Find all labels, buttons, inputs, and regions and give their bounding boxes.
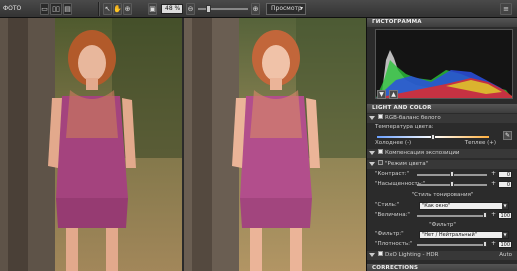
expand-icon — [369, 252, 375, 257]
shadow-clip-icon[interactable]: ▼ — [377, 90, 386, 99]
zoom-value[interactable]: 48 % — [161, 4, 183, 14]
tone-style-header: "Стиль тонирования" — [367, 191, 517, 200]
temperature-label-row: Температура цвета: — [367, 123, 517, 132]
photo-after-image — [184, 18, 366, 271]
photo-before-image — [0, 18, 182, 271]
cold-label: Холоднее (-) — [375, 140, 412, 146]
contrast-plus-icon[interactable]: + — [491, 170, 496, 177]
chevron-down-icon: ▼ — [502, 203, 508, 209]
wb-checkbox[interactable] — [378, 114, 383, 119]
expand-icon — [369, 115, 375, 120]
amount-label: "Величина:" — [375, 212, 410, 218]
temperature-label: Температура цвета: — [375, 124, 434, 130]
histogram-header[interactable]: ГИСТОГРАММА — [367, 18, 517, 27]
histogram-graph — [376, 50, 512, 98]
mode-label: ФОТО — [3, 5, 22, 12]
filter-title: "Фильтр" — [429, 222, 456, 228]
warm-label: Теплее (+) — [464, 140, 496, 146]
highlight-clip-icon[interactable]: ▲ — [389, 90, 398, 99]
hand-tool-icon[interactable]: ✋ — [113, 3, 122, 15]
pointer-tool-icon[interactable]: ↖ — [103, 3, 112, 15]
color-mode-checkbox[interactable] — [378, 160, 383, 165]
compare-view-button[interactable]: ▯▯ — [50, 3, 62, 15]
toolbar-separator — [98, 2, 99, 16]
temperature-scale-row: Холоднее (-) Теплее (+) — [367, 139, 517, 148]
saturation-slider-knob[interactable] — [450, 181, 454, 187]
expand-icon — [369, 161, 375, 166]
exposure-checkbox[interactable] — [378, 149, 383, 154]
tone-style-label: "Стиль тонирования" — [411, 192, 474, 198]
dxo-lighting-value: Auto — [499, 252, 512, 258]
density-plus-icon[interactable]: + — [491, 240, 496, 247]
wb-title: RGB-баланс белого — [385, 115, 441, 121]
single-view-button[interactable]: ▭ — [40, 3, 49, 15]
amount-plus-icon[interactable]: + — [491, 211, 496, 218]
saturation-value[interactable]: 0 — [498, 181, 512, 188]
light-color-title: LIGHT AND COLOR — [372, 105, 432, 111]
amount-slider[interactable] — [417, 215, 487, 217]
amount-slider-knob[interactable] — [483, 212, 487, 218]
chevron-down-icon: ▾ — [299, 5, 303, 12]
chevron-down-icon: ▼ — [502, 232, 508, 238]
preview-dropdown[interactable]: Просмотр ▾ — [266, 3, 306, 15]
zoom-tool-icon[interactable]: ⊕ — [123, 3, 132, 15]
split-view-button[interactable]: ▤ — [63, 3, 72, 15]
filter-select[interactable]: "Нет / Нейтральный" ▼ — [419, 231, 509, 239]
color-mode-row[interactable]: "Режим цвета" — [367, 160, 517, 169]
filter-header: "Фильтр" — [367, 221, 517, 230]
preview-label: Просмотр — [271, 5, 302, 12]
exposure-title: Компенсация экспозиции — [385, 150, 460, 156]
filter-value: "Нет / Нейтральный" — [422, 232, 478, 238]
style-label: "Стиль:" — [375, 202, 400, 208]
histogram-title: ГИСТОГРАММА — [372, 19, 422, 25]
dxo-lighting-checkbox[interactable] — [378, 251, 383, 256]
corrections-header[interactable]: CORRECTIONS — [367, 264, 517, 271]
corrections-title: CORRECTIONS — [372, 265, 419, 271]
fit-screen-icon[interactable]: ▣ — [148, 3, 157, 15]
compare-divider[interactable] — [182, 18, 184, 271]
zoom-in-icon[interactable]: ⊕ — [251, 3, 260, 15]
color-mode-title: "Режим цвета" — [385, 161, 429, 167]
contrast-label: "Контраст:" — [375, 171, 410, 177]
density-slider-knob[interactable] — [483, 241, 487, 247]
saturation-plus-icon[interactable]: + — [491, 180, 496, 187]
photo-after[interactable] — [184, 18, 366, 271]
zoom-out-icon[interactable]: ⊖ — [186, 3, 195, 15]
density-value[interactable]: 100 — [498, 241, 512, 248]
density-label: "Плотность:" — [375, 241, 413, 247]
adjustments-panel: ГИСТОГРАММА ▼ ▲ LIGHT AND COLOR RGB-бала… — [366, 18, 517, 271]
light-color-header[interactable]: LIGHT AND COLOR — [367, 104, 517, 113]
filter-label: "Фильтр:" — [375, 231, 404, 237]
white-balance-row[interactable]: RGB-баланс белого — [367, 114, 517, 123]
style-select[interactable]: "Как окно" ▼ — [419, 202, 509, 210]
amount-value[interactable]: 100 — [498, 212, 512, 219]
contrast-value[interactable]: 0 — [498, 171, 512, 178]
zoom-slider-knob[interactable] — [206, 5, 211, 13]
dxo-lighting-row[interactable]: DxO Lighting - HDR Auto — [367, 251, 517, 260]
dxo-lighting-label: DxO Lighting - HDR — [385, 252, 439, 258]
density-slider[interactable] — [417, 244, 487, 246]
histogram-chart — [375, 29, 513, 99]
panel-menu-icon[interactable]: ≡ — [500, 3, 512, 15]
contrast-slider-knob[interactable] — [450, 171, 454, 177]
expand-icon — [369, 150, 375, 155]
style-value: "Как окно" — [422, 203, 451, 209]
photo-before[interactable] — [0, 18, 182, 271]
top-toolbar: ФОТО ▭ ▯▯ ▤ ↖ ✋ ⊕ ▣ 48 % ⊖ ⊕ Просмотр ▾ … — [0, 0, 517, 18]
exposure-row[interactable]: Компенсация экспозиции — [367, 149, 517, 158]
